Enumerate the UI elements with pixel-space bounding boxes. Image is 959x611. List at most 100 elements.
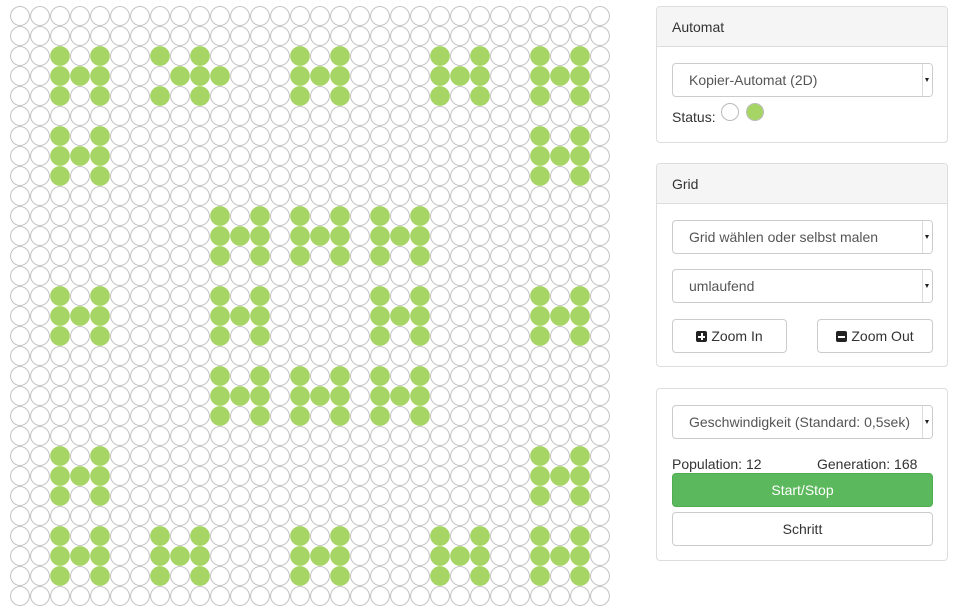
alive-cell[interactable] <box>210 306 230 326</box>
dead-cell[interactable] <box>470 306 490 326</box>
alive-cell[interactable] <box>330 566 350 586</box>
dead-cell[interactable] <box>230 426 250 446</box>
dead-cell[interactable] <box>30 126 50 146</box>
dead-cell[interactable] <box>90 386 110 406</box>
dead-cell[interactable] <box>150 106 170 126</box>
alive-cell[interactable] <box>250 386 270 406</box>
dead-cell[interactable] <box>310 266 330 286</box>
dead-cell[interactable] <box>130 406 150 426</box>
dead-cell[interactable] <box>70 6 90 26</box>
alive-cell[interactable] <box>290 246 310 266</box>
alive-cell[interactable] <box>290 366 310 386</box>
dead-cell[interactable] <box>290 186 310 206</box>
dead-cell[interactable] <box>250 446 270 466</box>
dead-cell[interactable] <box>390 6 410 26</box>
alive-cell[interactable] <box>330 386 350 406</box>
dead-cell[interactable] <box>330 186 350 206</box>
alive-cell[interactable] <box>90 306 110 326</box>
dead-cell[interactable] <box>110 286 130 306</box>
dead-cell[interactable] <box>290 106 310 126</box>
dead-cell[interactable] <box>70 506 90 526</box>
dead-cell[interactable] <box>410 546 430 566</box>
alive-cell[interactable] <box>530 466 550 486</box>
alive-cell[interactable] <box>310 66 330 86</box>
alive-cell[interactable] <box>570 326 590 346</box>
dead-cell[interactable] <box>270 286 290 306</box>
dead-cell[interactable] <box>270 86 290 106</box>
alive-cell[interactable] <box>210 326 230 346</box>
dead-cell[interactable] <box>350 26 370 46</box>
dead-cell[interactable] <box>530 346 550 366</box>
dead-cell[interactable] <box>350 346 370 366</box>
dead-cell[interactable] <box>50 406 70 426</box>
dead-cell[interactable] <box>170 466 190 486</box>
dead-cell[interactable] <box>130 66 150 86</box>
dead-cell[interactable] <box>590 66 610 86</box>
dead-cell[interactable] <box>430 426 450 446</box>
dead-cell[interactable] <box>550 346 570 366</box>
dead-cell[interactable] <box>450 186 470 206</box>
dead-cell[interactable] <box>570 426 590 446</box>
dead-cell[interactable] <box>390 326 410 346</box>
dead-cell[interactable] <box>130 26 150 46</box>
dead-cell[interactable] <box>550 106 570 126</box>
dead-cell[interactable] <box>210 86 230 106</box>
dead-cell[interactable] <box>510 146 530 166</box>
dead-cell[interactable] <box>450 6 470 26</box>
dead-cell[interactable] <box>10 6 30 26</box>
dead-cell[interactable] <box>390 426 410 446</box>
alive-cell[interactable] <box>290 226 310 246</box>
alive-cell[interactable] <box>210 386 230 406</box>
dead-cell[interactable] <box>330 306 350 326</box>
dead-cell[interactable] <box>390 86 410 106</box>
dead-cell[interactable] <box>110 266 130 286</box>
dead-cell[interactable] <box>130 266 150 286</box>
dead-cell[interactable] <box>490 206 510 226</box>
dead-cell[interactable] <box>250 6 270 26</box>
dead-cell[interactable] <box>430 506 450 526</box>
dead-cell[interactable] <box>570 26 590 46</box>
dead-cell[interactable] <box>190 326 210 346</box>
dead-cell[interactable] <box>390 46 410 66</box>
dead-cell[interactable] <box>10 466 30 486</box>
dead-cell[interactable] <box>150 286 170 306</box>
dead-cell[interactable] <box>270 6 290 26</box>
dead-cell[interactable] <box>110 26 130 46</box>
dead-cell[interactable] <box>370 46 390 66</box>
dead-cell[interactable] <box>590 86 610 106</box>
dead-cell[interactable] <box>470 586 490 606</box>
dead-cell[interactable] <box>530 186 550 206</box>
alive-cell[interactable] <box>90 546 110 566</box>
dead-cell[interactable] <box>270 66 290 86</box>
dead-cell[interactable] <box>210 266 230 286</box>
dead-cell[interactable] <box>570 506 590 526</box>
dead-cell[interactable] <box>170 286 190 306</box>
dead-cell[interactable] <box>490 266 510 286</box>
alive-cell[interactable] <box>410 306 430 326</box>
dead-cell[interactable] <box>590 406 610 426</box>
dead-cell[interactable] <box>350 446 370 466</box>
dead-cell[interactable] <box>150 126 170 146</box>
alive-cell[interactable] <box>50 86 70 106</box>
dead-cell[interactable] <box>390 26 410 46</box>
dead-cell[interactable] <box>10 206 30 226</box>
dead-cell[interactable] <box>350 506 370 526</box>
dead-cell[interactable] <box>510 466 530 486</box>
dead-cell[interactable] <box>430 486 450 506</box>
dead-cell[interactable] <box>250 126 270 146</box>
dead-cell[interactable] <box>110 66 130 86</box>
dead-cell[interactable] <box>230 466 250 486</box>
dead-cell[interactable] <box>230 346 250 366</box>
dead-cell[interactable] <box>350 406 370 426</box>
dead-cell[interactable] <box>70 166 90 186</box>
dead-cell[interactable] <box>490 26 510 46</box>
dead-cell[interactable] <box>510 446 530 466</box>
alive-cell[interactable] <box>330 86 350 106</box>
dead-cell[interactable] <box>230 6 250 26</box>
alive-cell[interactable] <box>50 546 70 566</box>
dead-cell[interactable] <box>10 66 30 86</box>
dead-cell[interactable] <box>310 566 330 586</box>
dead-cell[interactable] <box>190 106 210 126</box>
alive-cell[interactable] <box>450 66 470 86</box>
dead-cell[interactable] <box>10 366 30 386</box>
